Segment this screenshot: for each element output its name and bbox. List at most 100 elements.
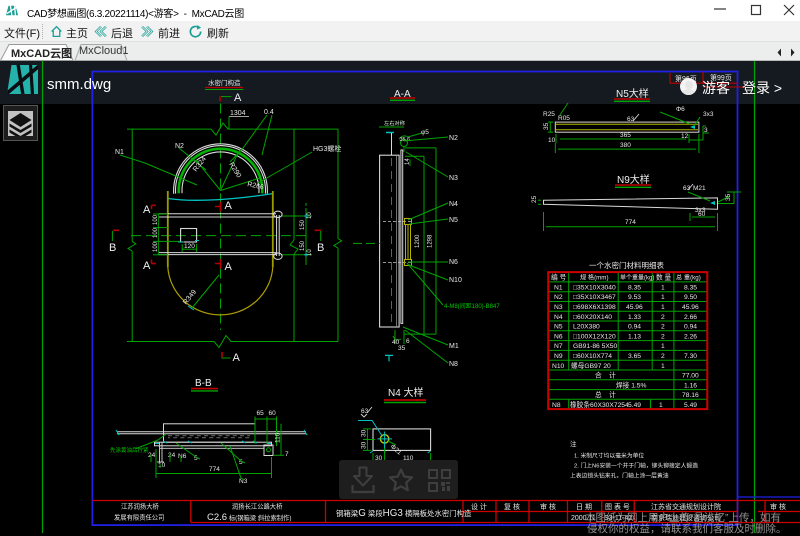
svg-text:润扬长江公路大桥: 润扬长江公路大桥 — [232, 502, 283, 511]
svg-text:1.16: 1.16 — [684, 382, 697, 389]
svg-text:N2: N2 — [449, 135, 458, 142]
svg-text:钢箱梁G 梁段HG3 横隔板处水密门构造: 钢箱梁G 梁段HG3 横隔板处水密门构造 — [336, 508, 472, 519]
svg-text:N1: N1 — [554, 284, 563, 291]
svg-text:6: 6 — [406, 338, 410, 345]
svg-text:R25: R25 — [543, 111, 555, 118]
svg-text:N9大样: N9大样 — [617, 173, 650, 186]
svg-text:□60X20X140: □60X20X140 — [573, 314, 612, 321]
svg-text:B-B: B-B — [195, 378, 212, 389]
svg-text:一个水密门材料明细表: 一个水密门材料明细表 — [589, 260, 664, 270]
svg-text:110: 110 — [275, 432, 282, 443]
svg-text:N3: N3 — [449, 175, 458, 182]
svg-text:N5: N5 — [554, 324, 563, 331]
svg-text:2: 2 — [661, 324, 665, 331]
svg-text:N3: N3 — [554, 304, 563, 311]
svg-text:65: 65 — [257, 410, 265, 417]
svg-text:78.16: 78.16 — [682, 392, 699, 399]
svg-text:数 量: 数 量 — [656, 273, 672, 282]
svg-text:2: 2 — [661, 314, 665, 321]
svg-text:100: 100 — [153, 227, 159, 238]
svg-text:1298: 1298 — [428, 234, 434, 248]
svg-text:A: A — [143, 260, 151, 272]
svg-text:□35X10X3040: □35X10X3040 — [573, 284, 616, 291]
svg-text:8.35: 8.35 — [684, 284, 697, 291]
svg-text:B: B — [109, 242, 116, 254]
svg-text:10: 10 — [548, 137, 556, 144]
svg-text:14: 14 — [405, 158, 411, 165]
svg-text:2. 门上N6安装一个并于门轴，铆头铆接定人锻造: 2. 门上N6安装一个并于门轴，铆头铆接定人锻造 — [574, 462, 698, 470]
svg-text:N1: N1 — [115, 149, 124, 156]
svg-text:3.65: 3.65 — [628, 353, 641, 360]
svg-text:365: 365 — [620, 132, 631, 139]
svg-text:63: 63 — [361, 408, 369, 415]
svg-text:L20X380: L20X380 — [573, 324, 600, 331]
svg-text:35: 35 — [543, 122, 550, 130]
svg-text:380: 380 — [620, 142, 631, 149]
svg-text:9.50: 9.50 — [684, 294, 697, 301]
svg-text:N10: N10 — [552, 363, 565, 370]
svg-text:10: 10 — [158, 462, 166, 469]
svg-text:1: 1 — [661, 304, 665, 311]
svg-text:φ5: φ5 — [421, 129, 429, 136]
svg-text:A: A — [233, 352, 241, 364]
svg-text:N5大样: N5大样 — [616, 87, 649, 100]
svg-text:总 重(kg): 总 重(kg) — [676, 274, 701, 282]
svg-text:M1: M1 — [449, 343, 459, 350]
svg-text:左右对称: 左右对称 — [384, 119, 405, 127]
svg-text:N4: N4 — [554, 314, 563, 321]
svg-text:7.30: 7.30 — [684, 353, 697, 360]
svg-text:N10: N10 — [449, 277, 462, 284]
svg-text:35: 35 — [398, 345, 406, 352]
svg-text:774: 774 — [209, 466, 220, 473]
svg-text:1: 1 — [661, 363, 665, 370]
svg-text:5.49: 5.49 — [628, 402, 641, 409]
svg-text:□35X10X3467: □35X10X3467 — [573, 294, 616, 301]
svg-text:水密门构造: 水密门构造 — [208, 78, 241, 87]
svg-text:Φ6: Φ6 — [676, 106, 685, 113]
svg-text:N6: N6 — [554, 333, 563, 340]
svg-text:合 计: 合 计 — [595, 371, 616, 380]
svg-text:A: A — [225, 200, 233, 212]
svg-text:100: 100 — [153, 241, 159, 252]
svg-text:螺母GB97 20: 螺母GB97 20 — [571, 361, 611, 370]
svg-text:复 核: 复 核 — [504, 502, 520, 511]
svg-text:1: 1 — [659, 402, 663, 409]
svg-text:35.6: 35.6 — [400, 137, 411, 143]
svg-text:焊接 1.5%: 焊接 1.5% — [616, 380, 647, 389]
svg-text:774: 774 — [625, 219, 636, 226]
svg-text:7: 7 — [285, 451, 289, 458]
svg-text:2.26: 2.26 — [684, 333, 697, 340]
svg-text:Φ21: Φ21 — [389, 443, 403, 457]
svg-text:B: B — [317, 242, 324, 254]
svg-text:N6: N6 — [449, 259, 458, 266]
svg-text:77.00: 77.00 — [682, 373, 699, 380]
svg-text:0.94: 0.94 — [684, 324, 697, 331]
svg-text:63: 63 — [627, 116, 635, 123]
svg-text:1200: 1200 — [415, 234, 421, 248]
svg-text:3x3: 3x3 — [695, 207, 706, 214]
svg-text:N7: N7 — [554, 343, 563, 350]
svg-text:A: A — [143, 204, 151, 216]
svg-text:120: 120 — [184, 243, 195, 250]
svg-text:HG3螺栓: HG3螺栓 — [313, 144, 341, 153]
svg-text:总 计: 总 计 — [595, 390, 616, 399]
svg-text:□60X10X774: □60X10X774 — [573, 353, 612, 360]
svg-text:N4: N4 — [449, 201, 458, 208]
svg-text:发展有限责任公司: 发展有限责任公司 — [114, 513, 164, 522]
svg-text:设 计: 设 计 — [471, 502, 487, 511]
svg-text:1.13: 1.13 — [628, 333, 641, 340]
svg-text:2.66: 2.66 — [684, 314, 697, 321]
svg-text:0.94: 0.94 — [628, 324, 641, 331]
svg-text:橡胶条60X30X7254: 橡胶条60X30X7254 — [570, 400, 629, 409]
svg-text:1: 1 — [661, 284, 665, 291]
svg-text:A: A — [234, 92, 242, 104]
svg-text:编 号: 编 号 — [551, 273, 567, 282]
svg-text:N5: N5 — [449, 217, 458, 224]
svg-text:30: 30 — [361, 441, 368, 449]
svg-text:N6: N6 — [178, 453, 187, 460]
svg-text:0.4: 0.4 — [264, 109, 274, 116]
svg-text:8.35: 8.35 — [628, 284, 641, 291]
svg-text:GB91-86 5X50: GB91-86 5X50 — [573, 343, 618, 350]
svg-text:5.49: 5.49 — [684, 402, 697, 409]
svg-text:C2.6 标(钢箱梁 斜拉索制作): C2.6 标(钢箱梁 斜拉索制作) — [207, 512, 291, 523]
